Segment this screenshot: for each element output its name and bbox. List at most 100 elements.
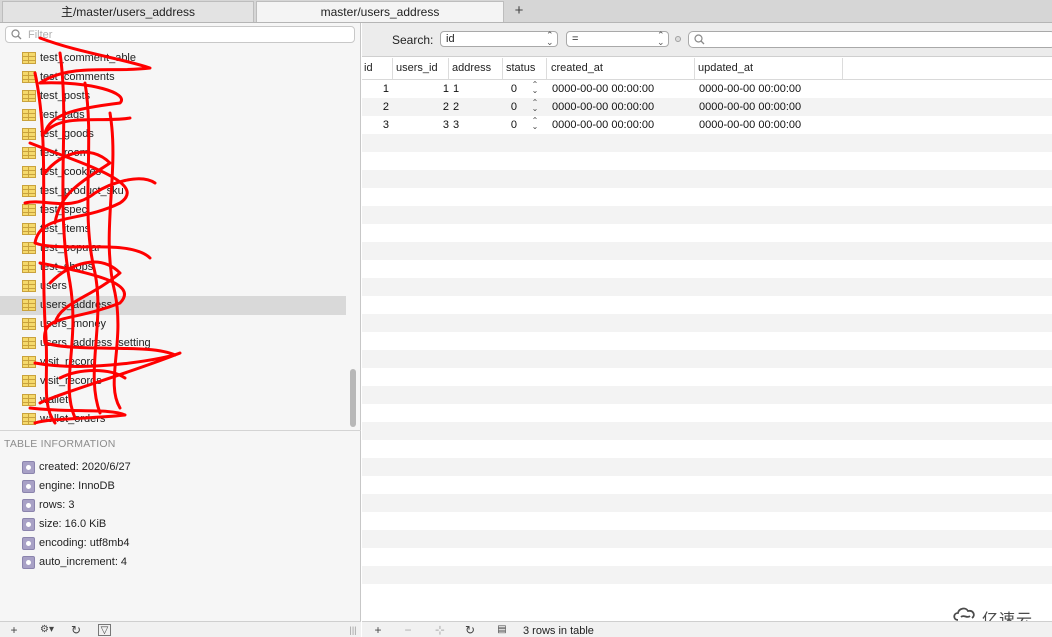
export-icon[interactable]: ▤ bbox=[494, 623, 510, 637]
sidebar-table-item[interactable]: test_popular bbox=[0, 239, 346, 258]
grid-stripe bbox=[362, 566, 1052, 584]
table-icon bbox=[22, 147, 36, 159]
sidebar-table-item[interactable]: users_address bbox=[0, 296, 346, 315]
cell-address[interactable]: 3 bbox=[453, 119, 459, 131]
column-divider[interactable] bbox=[694, 58, 695, 79]
duplicate-row-button[interactable]: ⊹ bbox=[432, 623, 448, 637]
column-header[interactable]: created_at bbox=[551, 62, 603, 74]
add-table-button[interactable]: + bbox=[6, 623, 22, 637]
cell-updated-at[interactable]: 0000-00-00 00:00:00 bbox=[699, 101, 801, 113]
sidebar-table-item[interactable]: visit_records bbox=[0, 372, 346, 391]
table-icon bbox=[22, 356, 36, 368]
table-name: wallet bbox=[40, 394, 69, 406]
cell-address[interactable]: 2 bbox=[453, 101, 459, 113]
table-icon bbox=[22, 223, 36, 235]
cell-created-at[interactable]: 0000-00-00 00:00:00 bbox=[552, 119, 654, 131]
sidebar-scrollbar[interactable] bbox=[350, 369, 356, 427]
column-divider[interactable] bbox=[392, 58, 393, 79]
sidebar-table-item[interactable]: users bbox=[0, 277, 346, 296]
sidebar-table-item[interactable]: wallet_orders bbox=[0, 410, 346, 429]
search-field-select[interactable]: id ⌃ ⌄ bbox=[440, 31, 558, 47]
sidebar-table-item[interactable]: test_comments bbox=[0, 68, 346, 87]
sidebar-table-item[interactable]: test_cookies bbox=[0, 163, 346, 182]
sidebar-table-item[interactable]: test_spec bbox=[0, 201, 346, 220]
search-icon bbox=[694, 34, 705, 45]
grid-stripe bbox=[362, 278, 1052, 296]
cell-created-at[interactable]: 0000-00-00 00:00:00 bbox=[552, 83, 654, 95]
sidebar-table-item[interactable]: test_product_sku bbox=[0, 182, 346, 201]
add-row-button[interactable]: + bbox=[370, 623, 386, 637]
table-row[interactable]: 2 2 2 0 0000-00-00 00:00:00 0000-00-00 00:00:… bbox=[362, 98, 1052, 116]
grid-stripe bbox=[362, 476, 1052, 494]
column-header[interactable]: id bbox=[364, 62, 373, 74]
column-header[interactable]: users_id bbox=[396, 62, 438, 74]
cell-users-id[interactable]: 1 bbox=[443, 83, 449, 95]
column-divider[interactable] bbox=[502, 58, 503, 79]
sidebar-table-item[interactable]: users_address_setting bbox=[0, 334, 346, 353]
table-icon bbox=[22, 337, 36, 349]
delete-row-button[interactable]: − bbox=[400, 623, 416, 637]
split-handle-icon[interactable]: ||| bbox=[345, 623, 361, 637]
table-row[interactable]: 3 3 3 0 0000-00-00 00:00:00 0000-00-00 00:00:… bbox=[362, 116, 1052, 134]
sidebar-table-item[interactable]: test_goods bbox=[0, 125, 346, 144]
grid-stripe bbox=[362, 170, 1052, 188]
column-divider[interactable] bbox=[546, 58, 547, 79]
sidebar-table-item[interactable]: users_money bbox=[0, 315, 346, 334]
cell-id[interactable]: 1 bbox=[383, 83, 389, 95]
table-name: users bbox=[40, 280, 67, 292]
cell-users-id[interactable]: 2 bbox=[443, 101, 449, 113]
filter-input[interactable] bbox=[28, 28, 348, 41]
cell-updated-at[interactable]: 0000-00-00 00:00:00 bbox=[699, 119, 801, 131]
status-stepper-icon[interactable]: ⌃ ⌄ bbox=[531, 81, 539, 95]
column-divider[interactable] bbox=[842, 58, 843, 79]
cell-status[interactable]: 0 bbox=[511, 101, 517, 113]
sidebar-table-item[interactable]: visit_record bbox=[0, 353, 346, 372]
operator-select[interactable]: = ⌃ ⌄ bbox=[566, 31, 669, 47]
cell-id[interactable]: 3 bbox=[383, 119, 389, 131]
sidebar-table-item[interactable]: test_shops bbox=[0, 258, 346, 277]
search-field-value: id bbox=[446, 33, 455, 45]
table-name: test_items bbox=[40, 223, 91, 235]
info-bullet-icon bbox=[22, 480, 35, 493]
gear-menu-button[interactable]: ⚙▾ bbox=[36, 623, 58, 637]
column-header[interactable]: updated_at bbox=[698, 62, 753, 74]
row-count-status: 3 rows in table bbox=[523, 625, 594, 637]
table-info-text: rows: 3 bbox=[39, 499, 75, 511]
refresh-rows-button[interactable]: ↻ bbox=[462, 623, 478, 637]
sidebar-table-item[interactable]: test_posts bbox=[0, 87, 346, 106]
sidebar-table-item[interactable]: test_comment_able bbox=[0, 49, 346, 68]
cell-users-id[interactable]: 3 bbox=[443, 119, 449, 131]
refresh-tables-button[interactable]: ↻ bbox=[68, 623, 84, 637]
sidebar-table-item[interactable]: test_tags bbox=[0, 106, 346, 125]
cell-updated-at[interactable]: 0000-00-00 00:00:00 bbox=[699, 83, 801, 95]
search-bar: Search: id ⌃ ⌄ = ⌃ ⌄ bbox=[362, 23, 1052, 57]
cell-id[interactable]: 2 bbox=[383, 101, 389, 113]
table-name: test_comments bbox=[40, 71, 115, 83]
tab-inactive[interactable]: 主/master/users_address bbox=[2, 1, 254, 22]
column-header[interactable]: address bbox=[452, 62, 491, 74]
cell-status[interactable]: 0 bbox=[511, 83, 517, 95]
grid-stripe bbox=[362, 242, 1052, 260]
grid-stripe bbox=[362, 368, 1052, 386]
table-name: test_goods bbox=[40, 128, 94, 140]
column-divider[interactable] bbox=[448, 58, 449, 79]
tab-active[interactable]: master/users_address bbox=[256, 1, 504, 22]
search-query-input[interactable] bbox=[709, 33, 1049, 46]
sidebar-table-item[interactable]: test_room bbox=[0, 144, 346, 163]
table-name: test_cookies bbox=[40, 166, 102, 178]
table-row[interactable]: 1 1 1 0 0000-00-00 00:00:00 0000-00-00 00:00:… bbox=[362, 80, 1052, 98]
status-stepper-icon[interactable]: ⌃ ⌄ bbox=[531, 99, 539, 113]
cell-address[interactable]: 1 bbox=[453, 83, 459, 95]
sidebar-table-item[interactable]: test_items bbox=[0, 220, 346, 239]
table-info-text: auto_increment: 4 bbox=[39, 556, 128, 568]
table-icon bbox=[22, 280, 36, 292]
column-header[interactable]: status bbox=[506, 62, 535, 74]
filter-toggle-button[interactable]: ▽ bbox=[98, 624, 111, 636]
status-stepper-icon[interactable]: ⌃ ⌄ bbox=[531, 117, 539, 131]
cell-status[interactable]: 0 bbox=[511, 119, 517, 131]
cell-created-at[interactable]: 0000-00-00 00:00:00 bbox=[552, 101, 654, 113]
add-tab-button[interactable]: + bbox=[508, 1, 530, 22]
sidebar-table-item[interactable]: wallet bbox=[0, 391, 346, 410]
table-name: test_posts bbox=[40, 90, 91, 102]
operator-value: = bbox=[572, 33, 579, 45]
